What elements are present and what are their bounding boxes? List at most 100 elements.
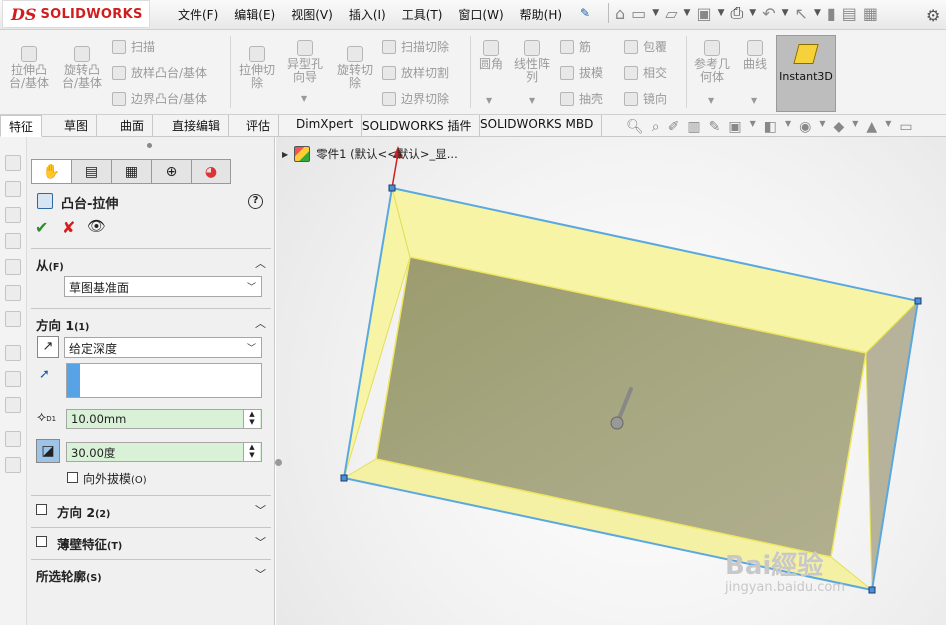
hide-show-items-icon[interactable]: ◉ xyxy=(799,119,811,135)
reference-geometry-button[interactable]: 参考几何体 xyxy=(690,40,734,84)
chevron-down-icon[interactable]: ▼ xyxy=(486,96,492,105)
linear-pattern-button[interactable]: 线性阵列 xyxy=(510,40,554,84)
feature-tool-icon[interactable] xyxy=(5,233,21,249)
intersect-button[interactable]: 相交 xyxy=(624,64,667,81)
panel-grip[interactable] xyxy=(147,143,152,148)
rib-button[interactable]: 筋 xyxy=(560,38,591,55)
menu-view[interactable]: 视图(V) xyxy=(291,6,333,23)
section-view-icon[interactable]: ▥ xyxy=(687,119,700,135)
feature-tool-icon[interactable] xyxy=(5,311,21,327)
tab-direct-editing[interactable]: 直接编辑 xyxy=(164,115,230,137)
feature-tool-icon[interactable] xyxy=(5,259,21,275)
pin-icon[interactable]: ✎ xyxy=(580,6,590,23)
chevron-down-icon[interactable]: ▼ xyxy=(684,8,691,18)
chevron-down-icon[interactable]: ﹀ xyxy=(255,566,266,582)
menu-file[interactable]: 文件(F) xyxy=(178,6,218,23)
direction-selection-box[interactable] xyxy=(66,363,262,398)
cancel-x-icon[interactable]: ✘ xyxy=(62,218,75,237)
open-folder-icon[interactable]: ▱ xyxy=(665,4,677,23)
panel-collapse-handle[interactable] xyxy=(275,459,282,466)
tab-display-manager[interactable]: ◕ xyxy=(191,159,231,184)
feature-tool-icon[interactable] xyxy=(5,345,21,361)
draft-angle-input[interactable]: 30.00度 xyxy=(66,442,262,462)
draft-button[interactable]: 拔模 xyxy=(560,64,603,81)
new-document-icon[interactable]: ▭ xyxy=(631,4,646,23)
menu-help[interactable]: 帮助(H) xyxy=(520,6,562,23)
file-properties-icon[interactable]: ▤ xyxy=(842,4,857,23)
swept-cut-button[interactable]: 扫描切除 xyxy=(382,38,449,55)
curves-button[interactable]: 曲线 xyxy=(738,40,772,71)
sweep-button[interactable]: 扫描 xyxy=(112,38,155,55)
select-arrow-icon[interactable]: ↖ xyxy=(795,4,808,23)
direction2-section-header[interactable]: 方向 2(2) xyxy=(57,502,110,521)
undo-icon[interactable]: ↶ xyxy=(762,4,775,23)
dynamic-annotation-icon[interactable]: ✎ xyxy=(709,119,721,135)
part-model[interactable] xyxy=(276,137,946,625)
view-orientation-icon[interactable]: ▣ xyxy=(728,119,741,135)
ok-check-icon[interactable]: ✔ xyxy=(35,218,48,237)
cut-revolve-button[interactable]: 旋转切除 xyxy=(332,46,378,90)
chevron-down-icon[interactable]: ▼ xyxy=(819,119,825,135)
home-icon[interactable]: ⌂ xyxy=(615,4,625,23)
chevron-down-icon[interactable]: ▼ xyxy=(852,119,858,135)
feature-tool-icon[interactable] xyxy=(5,397,21,413)
chevron-down-icon[interactable]: ▼ xyxy=(885,119,891,135)
tab-dimxpert[interactable]: DimXpert xyxy=(288,115,363,137)
fillet-button[interactable]: 圆角 xyxy=(474,40,508,71)
shell-button[interactable]: 抽壳 xyxy=(560,90,603,107)
tab-property-manager[interactable]: ▤ xyxy=(71,159,111,184)
feature-tool-icon[interactable] xyxy=(5,207,21,223)
thin-feature-checkbox[interactable] xyxy=(36,536,47,547)
chevron-down-icon[interactable]: ▼ xyxy=(301,94,307,103)
feature-tree-flyout[interactable]: ▶ 零件1 (默认<<默认>_显... xyxy=(282,146,458,162)
tab-evaluate[interactable]: 评估 xyxy=(238,115,280,137)
tab-features[interactable]: 特征 xyxy=(0,115,43,137)
from-select[interactable]: 草图基准面 ﹀ xyxy=(64,276,262,297)
zoom-to-area-icon[interactable]: ⌕ xyxy=(652,119,660,135)
lofted-cut-button[interactable]: 放样切割 xyxy=(382,64,449,81)
chevron-down-icon[interactable]: ▼ xyxy=(814,8,821,18)
boss-revolve-button[interactable]: 旋转凸台/基体 xyxy=(58,46,106,90)
chevron-down-icon[interactable]: ▼ xyxy=(718,8,725,18)
selected-contours-section-header[interactable]: 所选轮廓(S) xyxy=(36,566,102,585)
vertex-handle[interactable] xyxy=(914,297,922,305)
preview-eye-icon[interactable]: 👁︎ xyxy=(87,217,106,235)
boundary-cut-button[interactable]: 边界切除 xyxy=(382,90,449,107)
draft-on-off-button[interactable]: ◪ xyxy=(36,439,60,463)
menu-window[interactable]: 窗口(W) xyxy=(458,6,503,23)
end-condition-select[interactable]: 给定深度 ﹀ xyxy=(64,337,262,358)
chevron-down-icon[interactable]: ﹀ xyxy=(255,534,266,550)
draft-angle-spinner[interactable]: ▲ ▼ xyxy=(243,443,260,461)
edit-appearance-icon[interactable]: ◆ xyxy=(833,119,844,135)
direction1-section-header[interactable]: 方向 1(1) xyxy=(36,315,89,334)
boundary-boss-button[interactable]: 边界凸台/基体 xyxy=(112,90,207,107)
chevron-down-icon[interactable]: ▼ xyxy=(749,8,756,18)
tab-feature-manager[interactable]: ✋ xyxy=(31,159,71,184)
display-style-icon[interactable]: ◧ xyxy=(764,119,777,135)
tab-configuration-manager[interactable]: ▦ xyxy=(111,159,151,184)
wrap-button[interactable]: 包覆 xyxy=(624,38,667,55)
traffic-light-icon[interactable]: ▮ xyxy=(827,4,836,23)
options-icon[interactable]: ▦ xyxy=(863,4,878,23)
instant3d-button[interactable]: Instant3D xyxy=(776,35,836,112)
chevron-down-icon[interactable]: ﹀ xyxy=(255,502,266,518)
mirror-button[interactable]: 镜向 xyxy=(624,90,667,107)
vertex-handle[interactable] xyxy=(340,474,348,482)
depth-input[interactable]: 10.00mm xyxy=(66,409,262,429)
chevron-down-icon[interactable]: ▼ xyxy=(782,8,789,18)
chevron-down-icon[interactable]: ▼ xyxy=(785,119,791,135)
menu-edit[interactable]: 编辑(E) xyxy=(234,6,275,23)
chevron-up-icon[interactable]: ︿ xyxy=(255,255,266,271)
app-logo[interactable]: DS SOLIDWORKS xyxy=(2,0,150,28)
tab-surfaces[interactable]: 曲面 xyxy=(112,115,154,137)
zoom-to-fit-icon[interactable]: 🔍︎ xyxy=(626,119,644,135)
chevron-down-icon[interactable]: ▼ xyxy=(708,96,714,105)
tab-solidworks-addins[interactable]: SOLIDWORKS 插件 xyxy=(354,115,481,137)
depth-spinner[interactable]: ▲ ▼ xyxy=(243,410,260,428)
chevron-up-icon[interactable]: ︿ xyxy=(255,315,266,331)
chevron-down-icon[interactable]: ▼ xyxy=(529,96,535,105)
feature-tool-icon[interactable] xyxy=(5,285,21,301)
feature-tool-icon[interactable] xyxy=(5,181,21,197)
boss-extrude-button[interactable]: 拉伸凸台/基体 xyxy=(6,46,52,90)
loft-button[interactable]: 放样凸台/基体 xyxy=(112,64,207,81)
